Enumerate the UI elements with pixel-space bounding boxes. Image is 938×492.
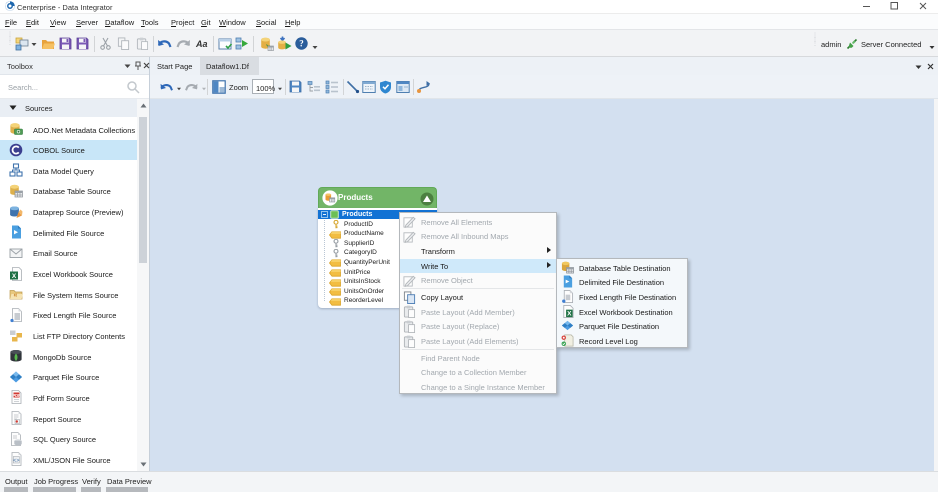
svg-text:PDF: PDF	[12, 393, 21, 398]
svg-text:<>: <>	[13, 457, 20, 464]
svg-text:X: X	[12, 273, 17, 280]
svg-text:?: ?	[299, 39, 304, 49]
svg-text:«: «	[14, 292, 18, 299]
